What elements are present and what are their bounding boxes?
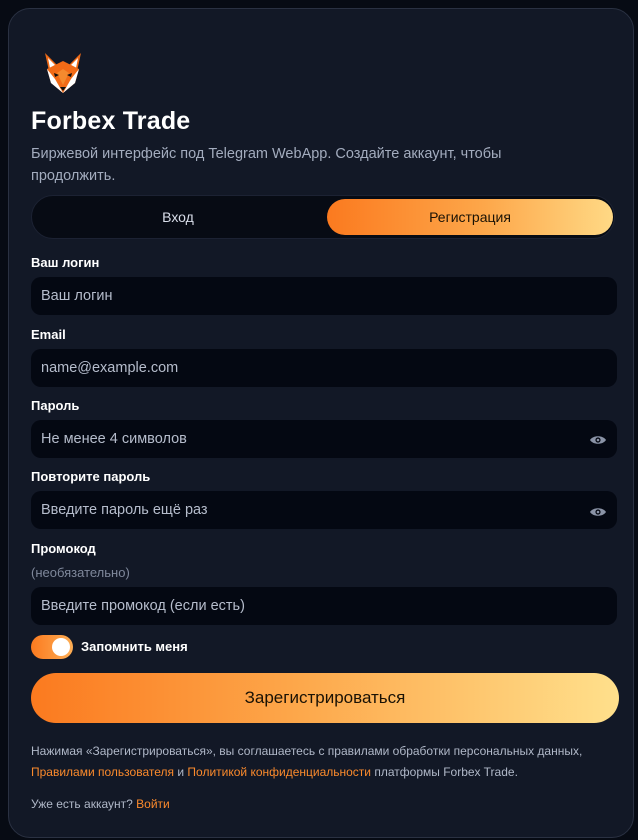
legal-text-after: платформы Forbex Trade. (374, 765, 518, 779)
remember-me-toggle[interactable] (31, 635, 73, 659)
legal-text-before: Нажимая «Зарегистрироваться», вы соглаша… (31, 744, 583, 758)
fox-logo-icon (39, 49, 87, 97)
password-repeat-label: Повторите пароль (31, 469, 151, 484)
login-prompt: Уже есть аккаунт? Войти (31, 797, 170, 811)
app-subtitle: Биржевой интерфейс под Telegram WebApp. … (31, 146, 502, 184)
login-link[interactable]: Войти (136, 797, 170, 811)
tab-register[interactable]: Регистрация (327, 199, 613, 235)
tab-login[interactable]: Вход (35, 199, 321, 235)
password-label: Пароль (31, 398, 80, 413)
password-repeat-input[interactable] (31, 491, 617, 529)
promo-optional-hint: (необязательно) (31, 565, 130, 580)
privacy-link[interactable]: Политикой конфиденциальности (187, 765, 371, 779)
password-input[interactable] (31, 420, 617, 458)
toggle-knob (52, 638, 70, 656)
remember-me-label: Запомнить меня (81, 639, 188, 654)
terms-link[interactable]: Правилами пользователя (31, 765, 174, 779)
app-title: Forbex Trade (31, 107, 191, 135)
show-password-repeat-eye-icon[interactable] (589, 505, 607, 517)
legal-notice: Нажимая «Зарегистрироваться», вы соглаша… (31, 741, 621, 783)
email-label: Email (31, 327, 66, 342)
auth-tabs: Вход Регистрация (31, 195, 615, 239)
promo-input[interactable] (31, 587, 617, 625)
register-submit-button[interactable]: Зарегистрироваться (31, 673, 619, 723)
login-question: Уже есть аккаунт? (31, 797, 133, 811)
legal-and: и (177, 765, 185, 779)
show-password-eye-icon[interactable] (589, 433, 607, 445)
login-label: Ваш логин (31, 255, 100, 270)
email-input[interactable] (31, 349, 617, 387)
promo-label: Промокод (31, 541, 96, 556)
login-input[interactable] (31, 277, 617, 315)
registration-card: Forbex Trade Биржевой интерфейс под Tele… (8, 8, 634, 838)
